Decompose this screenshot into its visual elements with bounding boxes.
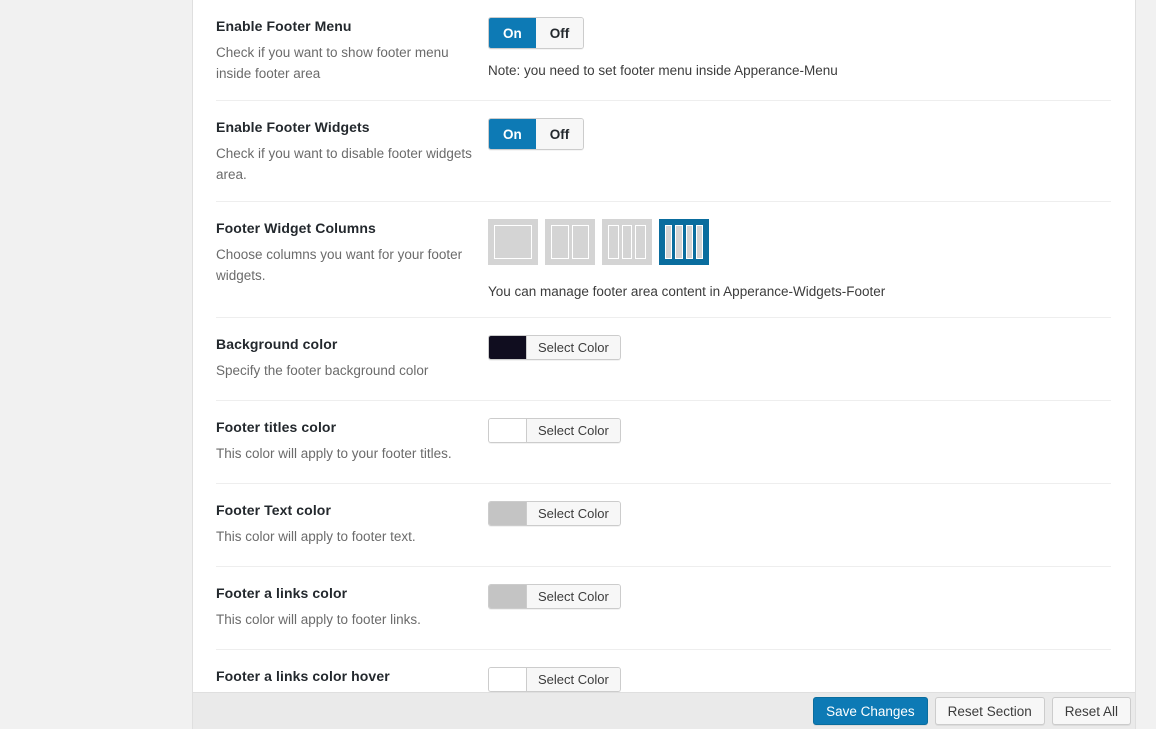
options-page: Enable Footer Menu Check if you want to …: [0, 0, 1156, 729]
select-color-label[interactable]: Select Color: [527, 419, 620, 442]
row-description: This color will apply to footer text.: [216, 529, 416, 544]
row-label: Background color Specify the footer back…: [216, 334, 488, 381]
setting-row-footer-text-color: Footer Text color This color will apply …: [216, 484, 1111, 567]
row-title: Footer a links color hover: [216, 668, 390, 684]
column-segment: [608, 225, 619, 259]
setting-row-footer-widget-columns: Footer Widget Columns Choose columns you…: [216, 202, 1111, 318]
row-title: Footer a links color: [216, 585, 348, 601]
column-segment: [621, 225, 633, 259]
toggle-enable-footer-menu[interactable]: On Off: [488, 17, 585, 49]
setting-row-footer-a-links-color-hover: Footer a links color hover Select Color: [216, 650, 1111, 692]
toggle-off-segment[interactable]: Off: [535, 18, 584, 48]
setting-row-enable-footer-menu: Enable Footer Menu Check if you want to …: [216, 0, 1111, 101]
reset-all-button[interactable]: Reset All: [1051, 697, 1131, 725]
column-segment: [551, 225, 569, 259]
save-changes-button[interactable]: Save Changes: [813, 697, 928, 725]
row-field: On Off: [488, 117, 1111, 150]
column-segment: [571, 225, 589, 259]
row-label: Enable Footer Menu Check if you want to …: [216, 16, 488, 84]
select-color-label[interactable]: Select Color: [527, 502, 620, 525]
row-description: Check if you want to disable footer widg…: [216, 146, 472, 182]
column-layout-picker: [488, 219, 1111, 265]
color-swatch[interactable]: [489, 668, 527, 691]
column-segment: [675, 225, 683, 259]
row-field: Select Color: [488, 666, 1111, 692]
row-label: Footer Text color This color will apply …: [216, 500, 488, 547]
color-picker-background-color[interactable]: Select Color: [488, 335, 621, 360]
row-field: Select Color: [488, 583, 1111, 613]
row-title: Background color: [216, 336, 338, 352]
reset-section-button[interactable]: Reset Section: [934, 697, 1045, 725]
column-segment: [695, 225, 703, 259]
row-title: Enable Footer Menu: [216, 18, 352, 34]
row-field: You can manage footer area content in Ap…: [488, 218, 1111, 301]
toggle-enable-footer-widgets[interactable]: On Off: [488, 118, 585, 150]
settings-rows: Enable Footer Menu Check if you want to …: [193, 0, 1135, 692]
footer-widgets-hint: You can manage footer area content in Ap…: [488, 284, 886, 299]
footer-menu-note: Note: you need to set footer menu inside…: [488, 63, 838, 78]
column-segment: [685, 225, 693, 259]
row-description: Check if you want to show footer menu in…: [216, 45, 449, 81]
column-segment: [494, 225, 532, 259]
settings-panel: Enable Footer Menu Check if you want to …: [192, 0, 1136, 692]
row-description: This color will apply to footer links.: [216, 612, 421, 627]
color-swatch[interactable]: [489, 585, 527, 608]
row-title: Footer Text color: [216, 502, 332, 518]
color-swatch[interactable]: [489, 336, 527, 359]
row-field: Select Color: [488, 500, 1111, 530]
row-title: Footer titles color: [216, 419, 337, 435]
column-segment: [665, 225, 673, 259]
row-label: Footer a links color hover: [216, 666, 488, 692]
row-field: Select Color: [488, 334, 1111, 364]
row-field: Select Color: [488, 417, 1111, 447]
row-label: Footer Widget Columns Choose columns you…: [216, 218, 488, 286]
setting-row-footer-a-links-color: Footer a links color This color will app…: [216, 567, 1111, 650]
setting-row-footer-titles-color: Footer titles color This color will appl…: [216, 401, 1111, 484]
column-option-2[interactable]: [545, 219, 595, 265]
column-option-3[interactable]: [602, 219, 652, 265]
setting-row-enable-footer-widgets: Enable Footer Widgets Check if you want …: [216, 101, 1111, 202]
toggle-off-segment[interactable]: Off: [535, 119, 584, 149]
color-picker-footer-a-links-color[interactable]: Select Color: [488, 584, 621, 609]
select-color-label[interactable]: Select Color: [527, 668, 620, 691]
row-title: Footer Widget Columns: [216, 220, 376, 236]
column-option-4[interactable]: [659, 219, 709, 265]
color-picker-footer-titles-color[interactable]: Select Color: [488, 418, 621, 443]
color-swatch[interactable]: [489, 502, 527, 525]
row-label: Footer a links color This color will app…: [216, 583, 488, 630]
row-description: This color will apply to your footer tit…: [216, 446, 452, 461]
row-field: On Off Note: you need to set footer menu…: [488, 16, 1111, 80]
setting-row-background-color: Background color Specify the footer back…: [216, 318, 1111, 401]
toggle-on-segment[interactable]: On: [489, 119, 536, 149]
row-label: Enable Footer Widgets Check if you want …: [216, 117, 488, 185]
row-description: Specify the footer background color: [216, 363, 429, 378]
options-bottom-bar: Save Changes Reset Section Reset All: [192, 692, 1136, 729]
color-swatch[interactable]: [489, 419, 527, 442]
toggle-on-segment[interactable]: On: [489, 18, 536, 48]
row-label: Footer titles color This color will appl…: [216, 417, 488, 464]
color-picker-footer-text-color[interactable]: Select Color: [488, 501, 621, 526]
color-picker-footer-a-links-color-hover[interactable]: Select Color: [488, 667, 621, 692]
row-description: Choose columns you want for your footer …: [216, 247, 463, 283]
select-color-label[interactable]: Select Color: [527, 336, 620, 359]
select-color-label[interactable]: Select Color: [527, 585, 620, 608]
row-title: Enable Footer Widgets: [216, 119, 370, 135]
column-option-1[interactable]: [488, 219, 538, 265]
column-segment: [635, 225, 647, 259]
